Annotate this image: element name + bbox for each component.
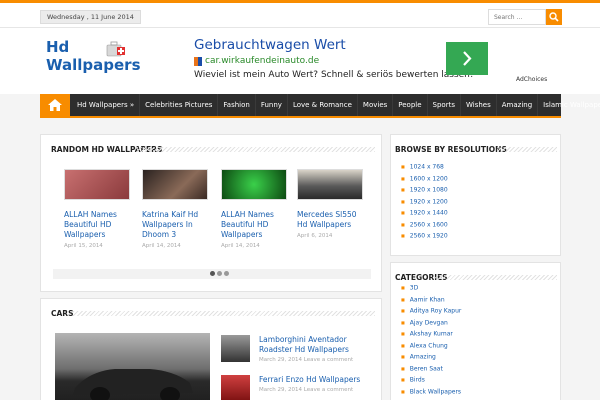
- car-thumbnail[interactable]: [221, 335, 250, 362]
- slide-item[interactable]: ALLAH Names Beautiful HD Wallpapers Apri…: [221, 169, 289, 249]
- slide-item[interactable]: Mercedes Sl550 Hd Wallpapers April 6, 20…: [297, 169, 365, 239]
- category-link[interactable]: Birds: [401, 374, 461, 386]
- category-link[interactable]: 3D: [401, 282, 461, 294]
- logo-line-1: Hd: [46, 38, 70, 56]
- nav-item-celebrities[interactable]: Celebrities Pictures: [140, 94, 219, 116]
- search-box: [488, 9, 562, 25]
- category-link[interactable]: Amazing: [401, 351, 461, 363]
- search-input[interactable]: [488, 9, 546, 25]
- resolution-link[interactable]: 1600 x 1200: [401, 173, 448, 185]
- nav-item-amazing[interactable]: Amazing: [497, 94, 539, 116]
- ad-description: Wieviel ist mein Auto Wert? Schnell & se…: [194, 70, 474, 80]
- category-link[interactable]: Black Wallpapers: [401, 386, 461, 398]
- site-header: Hd Wallpapers Gebrauchtwagen Wert car.wi…: [0, 28, 600, 94]
- nav-item-love-romance[interactable]: Love & Romance: [288, 94, 358, 116]
- site-logo[interactable]: Hd Wallpapers: [46, 38, 156, 84]
- category-link[interactable]: Beren Saat: [401, 363, 461, 375]
- nav-item-funny[interactable]: Funny: [256, 94, 288, 116]
- first-aid-icon: [106, 41, 125, 57]
- slider-dot[interactable]: [217, 271, 222, 276]
- resolution-link[interactable]: 2560 x 1600: [401, 219, 448, 231]
- car-title[interactable]: Lamborghini Aventador Roadster Hd Wallpa…: [259, 335, 369, 355]
- ad-choices[interactable]: AdChoices: [516, 76, 547, 83]
- resolutions-title: Browse By Resolutions: [395, 145, 507, 154]
- slide-date: April 6, 2014: [297, 233, 333, 239]
- resolution-link[interactable]: 1024 x 768: [401, 161, 448, 173]
- slide-thumbnail[interactable]: [142, 169, 208, 200]
- title-divider: [435, 275, 557, 280]
- categories-widget: Categories 3D Aamir Khan Aditya Roy Kapu…: [390, 262, 561, 400]
- home-icon: [48, 99, 62, 111]
- category-link[interactable]: Aditya Roy Kapur: [401, 305, 462, 317]
- category-link[interactable]: Ajay Devgan: [401, 317, 461, 329]
- slide-thumbnail[interactable]: [221, 169, 287, 200]
- main-nav: Hd Wallpapers » Celebrities Pictures Fas…: [40, 94, 600, 118]
- nav-item-sports[interactable]: Sports: [428, 94, 461, 116]
- slide-title[interactable]: ALLAH Names Beautiful HD Wallpapers: [221, 210, 289, 240]
- slide-thumbnail[interactable]: [64, 169, 130, 200]
- featured-car-image[interactable]: [55, 333, 210, 400]
- nav-item-movies[interactable]: Movies: [358, 94, 394, 116]
- car-list-item[interactable]: Lamborghini Aventador Roadster Hd Wallpa…: [221, 335, 371, 375]
- nav-item-hd-wallpapers[interactable]: Hd Wallpapers »: [72, 94, 141, 116]
- slide-item[interactable]: Katrina Kaif Hd Wallpapers In Dhoom 3 Ap…: [142, 169, 210, 249]
- nav-item-wishes[interactable]: Wishes: [461, 94, 497, 116]
- logo-line-2: Wallpapers: [46, 56, 141, 74]
- chevron-right-icon: [463, 51, 472, 66]
- nav-home-button[interactable]: [40, 94, 70, 116]
- search-button[interactable]: [546, 9, 562, 25]
- title-divider: [135, 147, 375, 152]
- cars-title: Cars: [51, 309, 74, 318]
- car-comment-link[interactable]: Leave a comment: [304, 387, 353, 393]
- nav-item-islamic[interactable]: Islamic Wallpapers: [538, 94, 600, 116]
- slide-date: April 14, 2014: [221, 243, 260, 249]
- top-bar: Wednesday , 11 June 2014: [0, 0, 600, 28]
- title-divider: [497, 147, 557, 152]
- slide-thumbnail[interactable]: [297, 169, 363, 200]
- slide-title[interactable]: Mercedes Sl550 Hd Wallpapers: [297, 210, 365, 230]
- ad-favicon-icon: [194, 57, 202, 66]
- resolution-link[interactable]: 1920 x 1200: [401, 196, 448, 208]
- resolution-link[interactable]: 1920 x 1440: [401, 207, 448, 219]
- car-meta: March 29, 2014 Leave a comment: [259, 357, 353, 363]
- car-list-item[interactable]: Ferrari Enzo Hd Wallpapers March 29, 201…: [221, 375, 371, 400]
- slider-dot[interactable]: [210, 271, 215, 276]
- slide-title[interactable]: Katrina Kaif Hd Wallpapers In Dhoom 3: [142, 210, 210, 240]
- ad-url[interactable]: car.wirkaufendeinauto.de: [205, 56, 319, 66]
- title-divider: [73, 311, 375, 316]
- category-link[interactable]: Aamir Khan: [401, 294, 461, 306]
- resolutions-list: 1024 x 768 1600 x 1200 1920 x 1080 1920 …: [401, 161, 448, 242]
- category-link[interactable]: Akshay Kumar: [401, 328, 461, 340]
- nav-item-people[interactable]: People: [393, 94, 428, 116]
- slide-title[interactable]: ALLAH Names Beautiful HD Wallpapers: [64, 210, 132, 240]
- nav-item-fashion[interactable]: Fashion: [218, 94, 256, 116]
- slide-date: April 14, 2014: [142, 243, 181, 249]
- car-date: March 29, 2014: [259, 387, 303, 393]
- slide-item[interactable]: ALLAH Names Beautiful HD Wallpapers Apri…: [64, 169, 132, 249]
- ad-open-button[interactable]: [446, 42, 488, 75]
- slider-dot[interactable]: [224, 271, 229, 276]
- car-meta: March 29, 2014 Leave a comment: [259, 387, 353, 393]
- car-date: March 29, 2014: [259, 357, 303, 363]
- category-link[interactable]: Alexa Chung: [401, 340, 461, 352]
- advertisement[interactable]: Gebrauchtwagen Wert car.wirkaufendeinaut…: [190, 34, 550, 90]
- ad-title[interactable]: Gebrauchtwagen Wert: [194, 37, 346, 53]
- current-date: Wednesday , 11 June 2014: [40, 10, 141, 24]
- resolutions-widget: Browse By Resolutions 1024 x 768 1600 x …: [390, 134, 561, 256]
- random-wallpapers-section: Random HD Wallpapers ALLAH Names Beautif…: [40, 134, 382, 292]
- car-comment-link[interactable]: Leave a comment: [304, 357, 353, 363]
- resolution-link[interactable]: 1920 x 1080: [401, 184, 448, 196]
- slider-pager: [53, 269, 371, 279]
- car-thumbnail[interactable]: [221, 375, 250, 400]
- categories-list: 3D Aamir Khan Aditya Roy Kapur Ajay Devg…: [401, 282, 462, 398]
- slide-date: April 15, 2014: [64, 243, 103, 249]
- resolution-link[interactable]: 2560 x 1920: [401, 230, 448, 242]
- search-icon: [549, 12, 559, 22]
- cars-section: Cars Lamborghini Aventador Roadster Hd W…: [40, 298, 382, 400]
- car-title[interactable]: Ferrari Enzo Hd Wallpapers: [259, 375, 369, 385]
- car-silhouette: [73, 369, 193, 400]
